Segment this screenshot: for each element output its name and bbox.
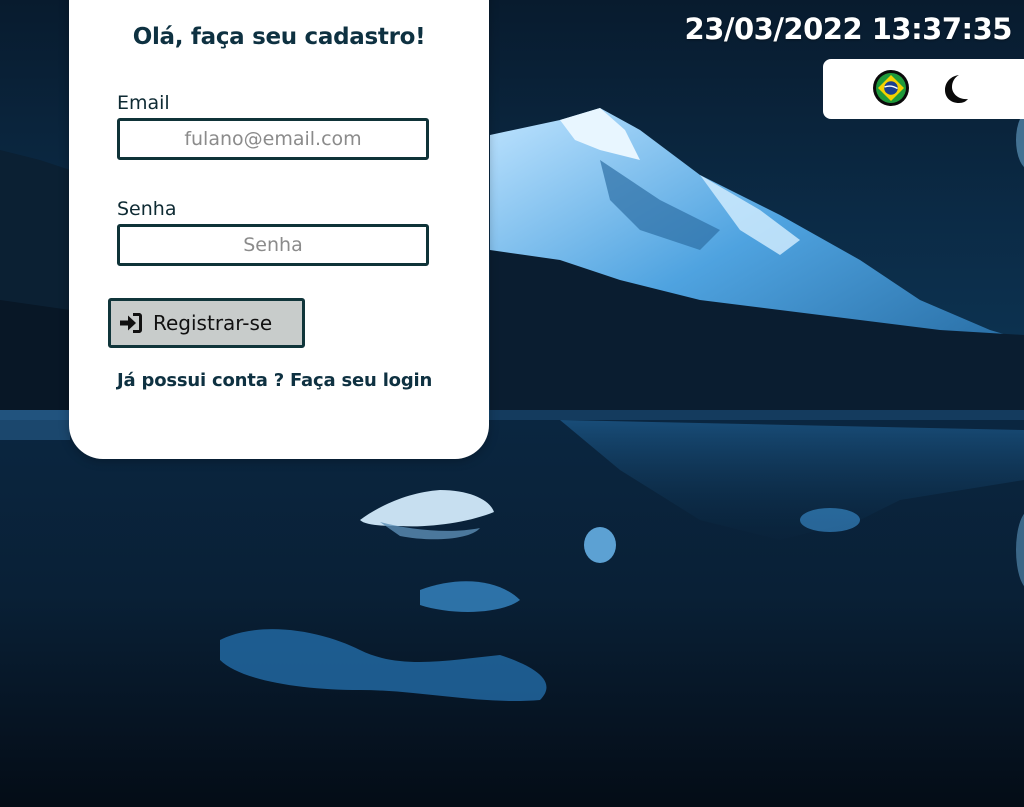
sign-in-icon <box>119 312 143 334</box>
settings-toolbar <box>823 59 1024 119</box>
page-title: Olá, faça seu cadastro! <box>132 24 426 50</box>
datetime-display: 23/03/2022 13:37:35 <box>684 12 1013 46</box>
page: 23/03/2022 13:37:35 Olá, faça seu cadast… <box>0 0 1024 807</box>
register-button-label: Registrar-se <box>153 311 273 335</box>
brazil-flag-icon[interactable] <box>872 69 910 107</box>
password-field[interactable] <box>117 224 429 266</box>
password-label: Senha <box>117 198 177 220</box>
email-field[interactable] <box>117 118 429 160</box>
register-button[interactable]: Registrar-se <box>108 298 305 348</box>
moon-icon[interactable] <box>940 73 970 105</box>
email-label: Email <box>117 92 170 114</box>
login-link[interactable]: Já possui conta ? Faça seu login <box>117 370 432 391</box>
register-card: Olá, faça seu cadastro! Email Senha Regi… <box>69 0 489 459</box>
